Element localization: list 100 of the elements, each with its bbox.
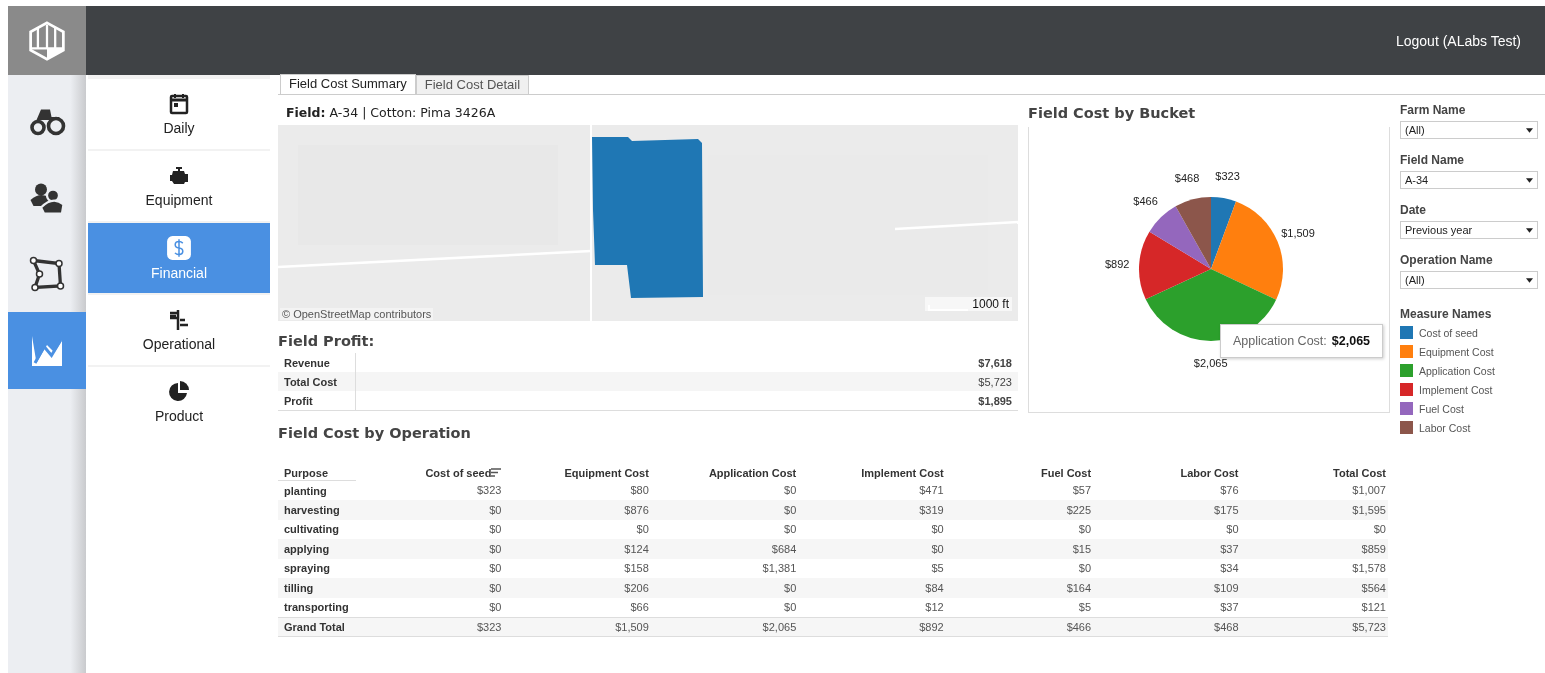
pie-slice[interactable] xyxy=(1175,197,1211,269)
pie-slice[interactable] xyxy=(1139,231,1211,300)
table-cell: $323 xyxy=(356,617,504,637)
menu-item[interactable]: Operational xyxy=(88,295,270,365)
caret-icon xyxy=(1526,127,1533,133)
table-cell: $206 xyxy=(503,578,651,598)
slice-label: $468 xyxy=(1174,172,1200,185)
table-cell: $1,509 xyxy=(503,617,651,637)
row-label: harvesting xyxy=(278,500,356,520)
section-title: Field Cost by Operation xyxy=(278,424,472,443)
slice-label: $892 xyxy=(1104,257,1130,270)
column-header[interactable]: Implement Cost xyxy=(798,467,946,481)
row-label: Total Cost xyxy=(278,372,356,391)
caret-icon xyxy=(1526,177,1533,183)
logo-icon xyxy=(27,19,67,62)
table-cell: $0 xyxy=(650,597,799,617)
row-label: cultivating xyxy=(278,519,356,539)
table-cell: $892 xyxy=(798,617,946,637)
table-cell: $5,723 xyxy=(1240,617,1388,637)
gantt-icon xyxy=(167,308,191,332)
table-cell: $37 xyxy=(1093,539,1241,559)
legend-title: Measure Names xyxy=(1400,307,1493,321)
column-header[interactable]: Total Cost xyxy=(1240,467,1388,481)
dropdown[interactable]: (All) xyxy=(1400,271,1538,289)
table-cell: $124 xyxy=(503,539,651,559)
table-cell: $76 xyxy=(1093,480,1241,500)
dropdown[interactable]: Previous year xyxy=(1400,221,1538,239)
table-cell: $109 xyxy=(1093,578,1241,598)
table-cell: $2,065 xyxy=(650,617,799,637)
section-title: Field Profit: xyxy=(278,332,376,351)
table-cell: $0 xyxy=(503,519,651,539)
table-cell: $0 xyxy=(945,558,1094,578)
table-cell: $164 xyxy=(945,578,1094,598)
slice-label: $1,509 xyxy=(1281,227,1315,240)
table-cell: $471 xyxy=(798,480,946,500)
table-cell: $5 xyxy=(945,597,1094,617)
table-cell: $5 xyxy=(798,558,946,578)
filter-label: Field Name xyxy=(1400,153,1466,167)
legend-label: Labor Cost xyxy=(1419,421,1471,434)
table-cell: $0 xyxy=(356,597,504,617)
menu-item[interactable]: Daily xyxy=(88,79,270,149)
column-header[interactable]: Fuel Cost xyxy=(945,467,1094,481)
logout-link[interactable]: Logout (ALabs Test) xyxy=(1395,32,1521,49)
menu-item[interactable]: Equipment xyxy=(88,151,270,221)
table-cell: $80 xyxy=(503,480,651,500)
table-cell: $12 xyxy=(798,597,946,617)
slice-label: $323 xyxy=(1215,170,1240,183)
row-value: $7,618 xyxy=(977,356,1013,369)
table-cell: $0 xyxy=(650,519,799,539)
table-cell: $225 xyxy=(945,500,1094,520)
table-cell: $57 xyxy=(945,480,1094,500)
filter-label: Farm Name xyxy=(1400,103,1467,117)
table-cell: $564 xyxy=(1240,578,1388,598)
table-cell: $37 xyxy=(1093,597,1241,617)
calendar-icon xyxy=(167,92,191,116)
column-header[interactable]: Cost of seed xyxy=(356,467,504,481)
legend-label: Implement Cost xyxy=(1419,383,1493,396)
table-cell: $684 xyxy=(650,539,799,559)
table-cell: $319 xyxy=(798,500,946,520)
legend-label: Application Cost xyxy=(1419,364,1495,377)
column-header[interactable]: Purpose xyxy=(278,467,356,481)
table-cell: $468 xyxy=(1093,617,1241,637)
table-cell: $0 xyxy=(356,500,504,520)
table-cell: $1,381 xyxy=(650,558,799,578)
table-cell: $15 xyxy=(945,539,1094,559)
legend-label: Fuel Cost xyxy=(1419,402,1464,415)
dropdown[interactable]: (All) xyxy=(1400,121,1538,139)
legend-label: Cost of seed xyxy=(1419,326,1478,339)
slice-label: $2,065 xyxy=(1193,357,1228,369)
table-cell: $0 xyxy=(650,480,799,500)
tooltip-label: Application Cost: xyxy=(1233,334,1327,348)
row-label: Profit xyxy=(278,391,356,410)
row-label: transporting xyxy=(278,597,356,617)
row-label: Grand Total xyxy=(278,617,356,637)
table-cell: $466 xyxy=(945,617,1094,637)
table-cell: $158 xyxy=(503,558,651,578)
dropdown[interactable]: A-34 xyxy=(1400,171,1538,189)
table-cell: $0 xyxy=(798,519,946,539)
table-cell: $175 xyxy=(1093,500,1241,520)
table-cell: $121 xyxy=(1240,597,1388,617)
table-cell: $66 xyxy=(503,597,651,617)
pie-slice[interactable] xyxy=(1149,206,1211,269)
table-cell: $84 xyxy=(798,578,946,598)
pie-chart-icon xyxy=(167,380,191,404)
pie-slice[interactable] xyxy=(1211,201,1283,300)
table-cell: $34 xyxy=(1093,558,1241,578)
tab[interactable]: Field Cost Summary xyxy=(280,74,416,94)
row-label: tilling xyxy=(278,578,356,598)
table-cell: $859 xyxy=(1240,539,1388,559)
table-cell: $0 xyxy=(1093,519,1241,539)
row-label: planting xyxy=(278,480,356,500)
column-header[interactable]: Labor Cost xyxy=(1093,467,1241,481)
table-cell: $0 xyxy=(356,519,504,539)
table-cell: $0 xyxy=(650,578,799,598)
menu-item[interactable]: Product xyxy=(88,367,270,437)
tab[interactable]: Field Cost Detail xyxy=(415,75,530,94)
filter-label: Operation Name xyxy=(1400,253,1494,267)
column-header[interactable]: Equipment Cost xyxy=(503,467,651,481)
caret-icon xyxy=(1526,277,1533,283)
column-header[interactable]: Application Cost xyxy=(650,467,799,481)
